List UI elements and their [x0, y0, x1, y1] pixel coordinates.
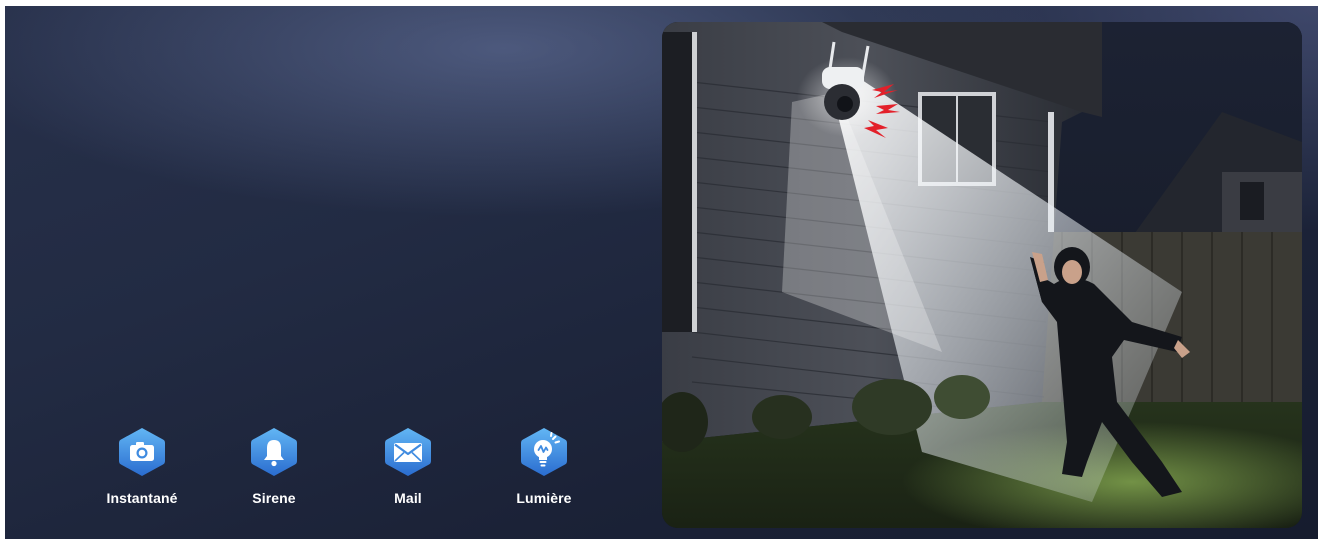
feature-snapshot-label: Instantané	[106, 490, 178, 506]
feature-siren: Sirene	[209, 426, 339, 506]
feature-mail: Mail	[343, 426, 473, 506]
mail-icon	[382, 426, 434, 478]
feature-snapshot: Instantané	[77, 426, 207, 506]
light-bulb-icon	[518, 426, 570, 478]
feature-light: Lumière	[479, 426, 609, 506]
camera-icon	[116, 426, 168, 478]
feature-light-label: Lumière	[516, 490, 572, 506]
feature-list: Instantané Sirene Mail Lumière	[77, 426, 597, 526]
feature-siren-label: Sirene	[252, 490, 296, 506]
security-camera-scene-photo	[662, 22, 1302, 528]
bell-icon	[248, 426, 300, 478]
feature-mail-label: Mail	[394, 490, 422, 506]
